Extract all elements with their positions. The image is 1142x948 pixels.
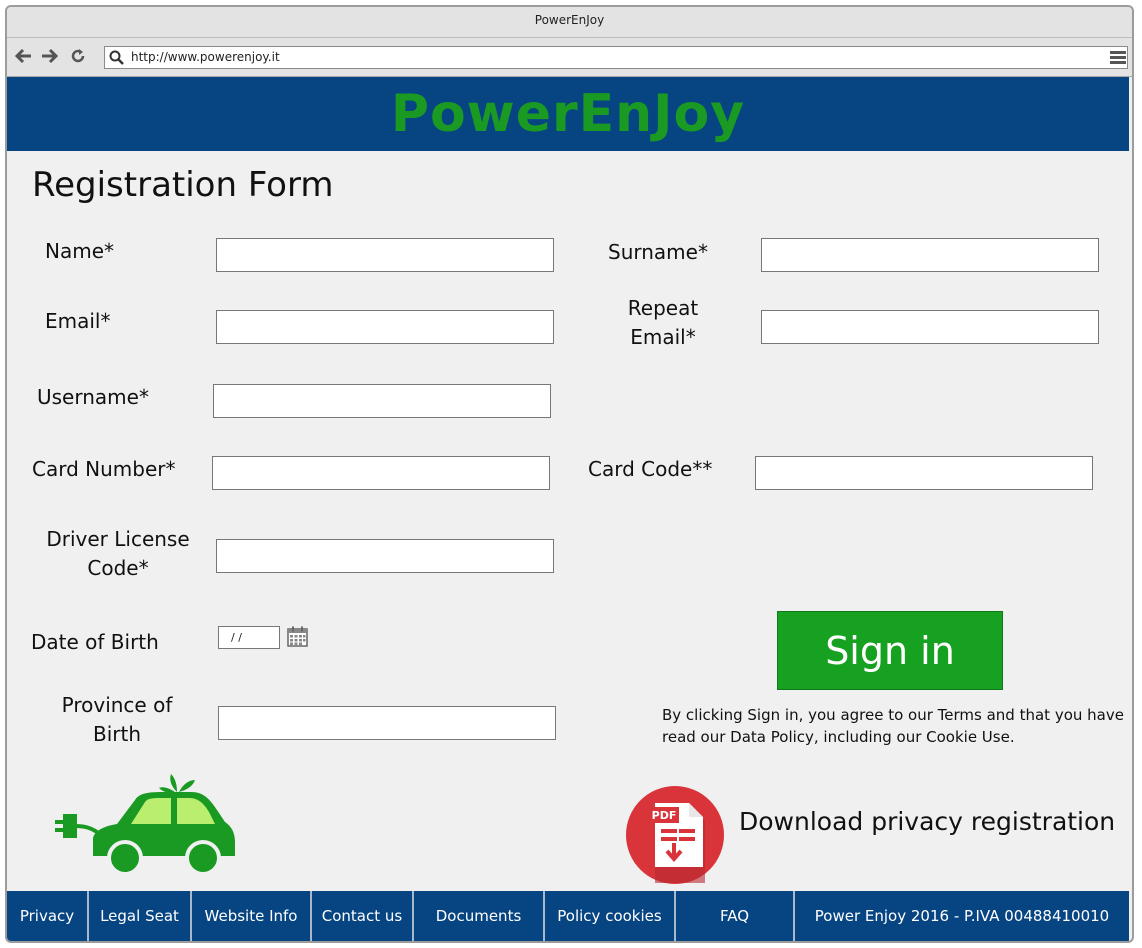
repeat-email-label-line1: Repeat: [627, 296, 699, 320]
driver-license-field[interactable]: [216, 539, 554, 573]
terms-text: By clicking Sign in, you agree to our Te…: [662, 706, 1124, 746]
footer-legal-seat-link[interactable]: Legal Seat: [89, 891, 192, 941]
footer-documents-link[interactable]: Documents: [414, 891, 545, 941]
province-field[interactable]: [218, 706, 556, 740]
footer-copyright: Power Enjoy 2016 - P.IVA 00488410010: [814, 907, 1110, 925]
dob-label: Date of Birth: [31, 630, 159, 654]
arrow-right-icon[interactable]: [40, 48, 59, 68]
url-bar[interactable]: http://www.powerenjoy.it: [104, 46, 1128, 69]
card-code-field[interactable]: [755, 456, 1093, 490]
surname-field[interactable]: [761, 238, 1099, 272]
card-number-field[interactable]: [212, 456, 550, 490]
sign-in-button[interactable]: Sign in: [777, 611, 1003, 690]
province-label: Province of Birth: [47, 691, 187, 749]
footer-policy-cookies-link[interactable]: Policy cookies: [545, 891, 676, 941]
menu-icon[interactable]: [1110, 51, 1126, 65]
pdf-icon[interactable]: PDF: [625, 785, 725, 885]
repeat-email-field[interactable]: [761, 310, 1099, 344]
footer-privacy-link[interactable]: Privacy: [7, 891, 89, 941]
email-label: Email*: [45, 309, 111, 333]
refresh-icon[interactable]: [70, 48, 86, 68]
footer-faq-link[interactable]: FAQ: [676, 891, 795, 941]
name-label: Name*: [45, 239, 115, 263]
electric-car-icon: [55, 774, 235, 872]
window-title: PowerEnJoy: [7, 7, 1132, 38]
username-field[interactable]: [213, 384, 551, 418]
repeat-email-label-line2: Email*: [630, 325, 696, 349]
site-logo-text: PowerEnJoy: [390, 84, 746, 144]
card-number-label: Card Number*: [32, 457, 176, 481]
search-icon: [109, 50, 125, 66]
calendar-icon[interactable]: [287, 626, 308, 647]
pdf-badge-text: PDF: [652, 809, 677, 822]
province-label-line2: Birth: [92, 722, 142, 746]
arrow-left-icon[interactable]: [14, 48, 33, 68]
driver-license-label-line1: Driver License: [46, 527, 190, 551]
email-field[interactable]: [216, 310, 554, 344]
name-field[interactable]: [216, 238, 554, 272]
site-banner: PowerEnJoy: [7, 77, 1129, 151]
dob-field[interactable]: / /: [218, 626, 280, 649]
repeat-email-label: Repeat Email*: [618, 294, 708, 352]
browser-toolbar: http://www.powerenjoy.it: [7, 38, 1132, 77]
footer: Privacy Legal Seat Website Info Contact …: [7, 891, 1129, 941]
surname-label: Surname*: [608, 240, 708, 264]
footer-contact-link[interactable]: Contact us: [312, 891, 414, 941]
card-code-label: Card Code**: [588, 457, 713, 481]
username-label: Username*: [37, 385, 149, 409]
url-text: http://www.powerenjoy.it: [131, 50, 280, 64]
page-title: Registration Form: [32, 165, 334, 205]
footer-website-info-link[interactable]: Website Info: [192, 891, 312, 941]
driver-license-label-line2: Code*: [87, 556, 149, 580]
download-privacy-link[interactable]: Download privacy registration: [739, 807, 1115, 836]
driver-license-label: Driver License Code*: [33, 525, 203, 583]
browser-window: PowerEnJoy http://www.powerenjoy.it Powe…: [5, 5, 1134, 943]
province-label-line1: Province of: [61, 693, 173, 717]
